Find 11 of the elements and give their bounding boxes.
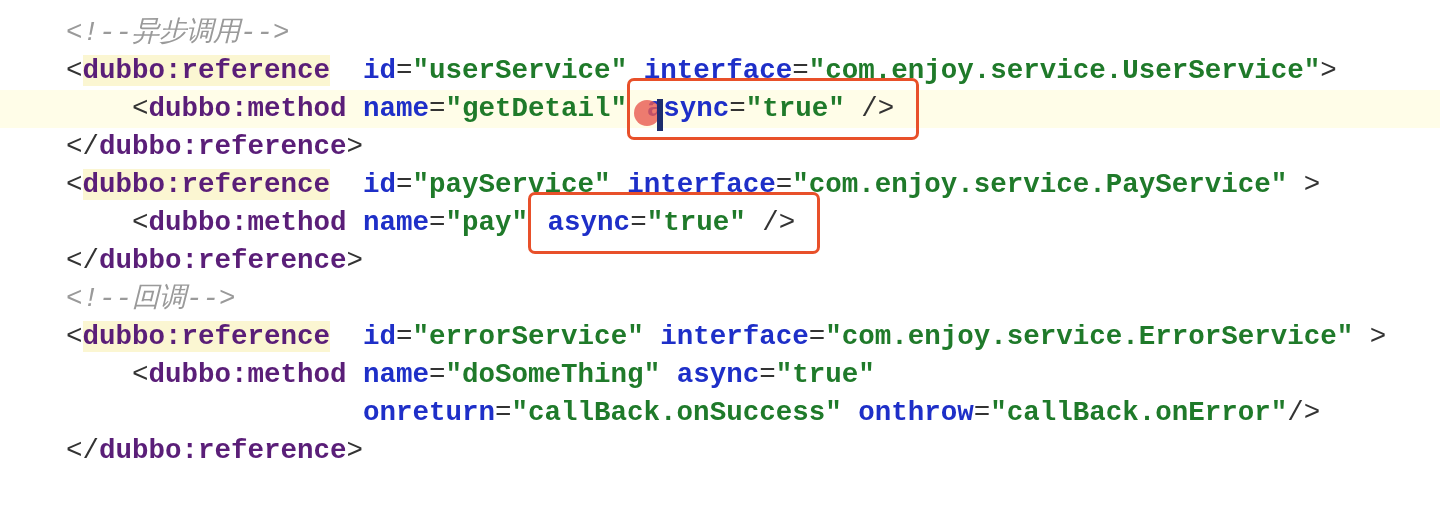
code-text: </dubbo:reference> [66,130,364,164]
code-text: </dubbo:reference> [66,244,364,278]
code-text: <dubbo:reference id="errorService" interface="com.enjoy.service.ErrorService" > [66,320,1387,354]
code-text: <dubbo:method name="getDetail" [131,92,628,126]
code-comment: <!--回调--> [66,282,236,316]
code-text: </dubbo:reference> [66,434,364,468]
code-text: <dubbo:method name="doSomeThing" async="true" [131,358,875,392]
code-comment: <!--异步调用--> [66,16,290,50]
code-text: onreturn="callBack.onSuccess" onthrow="callBack.onError"/> [362,396,1321,430]
code-text: <dubbo:method name="pay" [131,206,529,240]
annotation-box: async="true" /> [528,192,821,254]
